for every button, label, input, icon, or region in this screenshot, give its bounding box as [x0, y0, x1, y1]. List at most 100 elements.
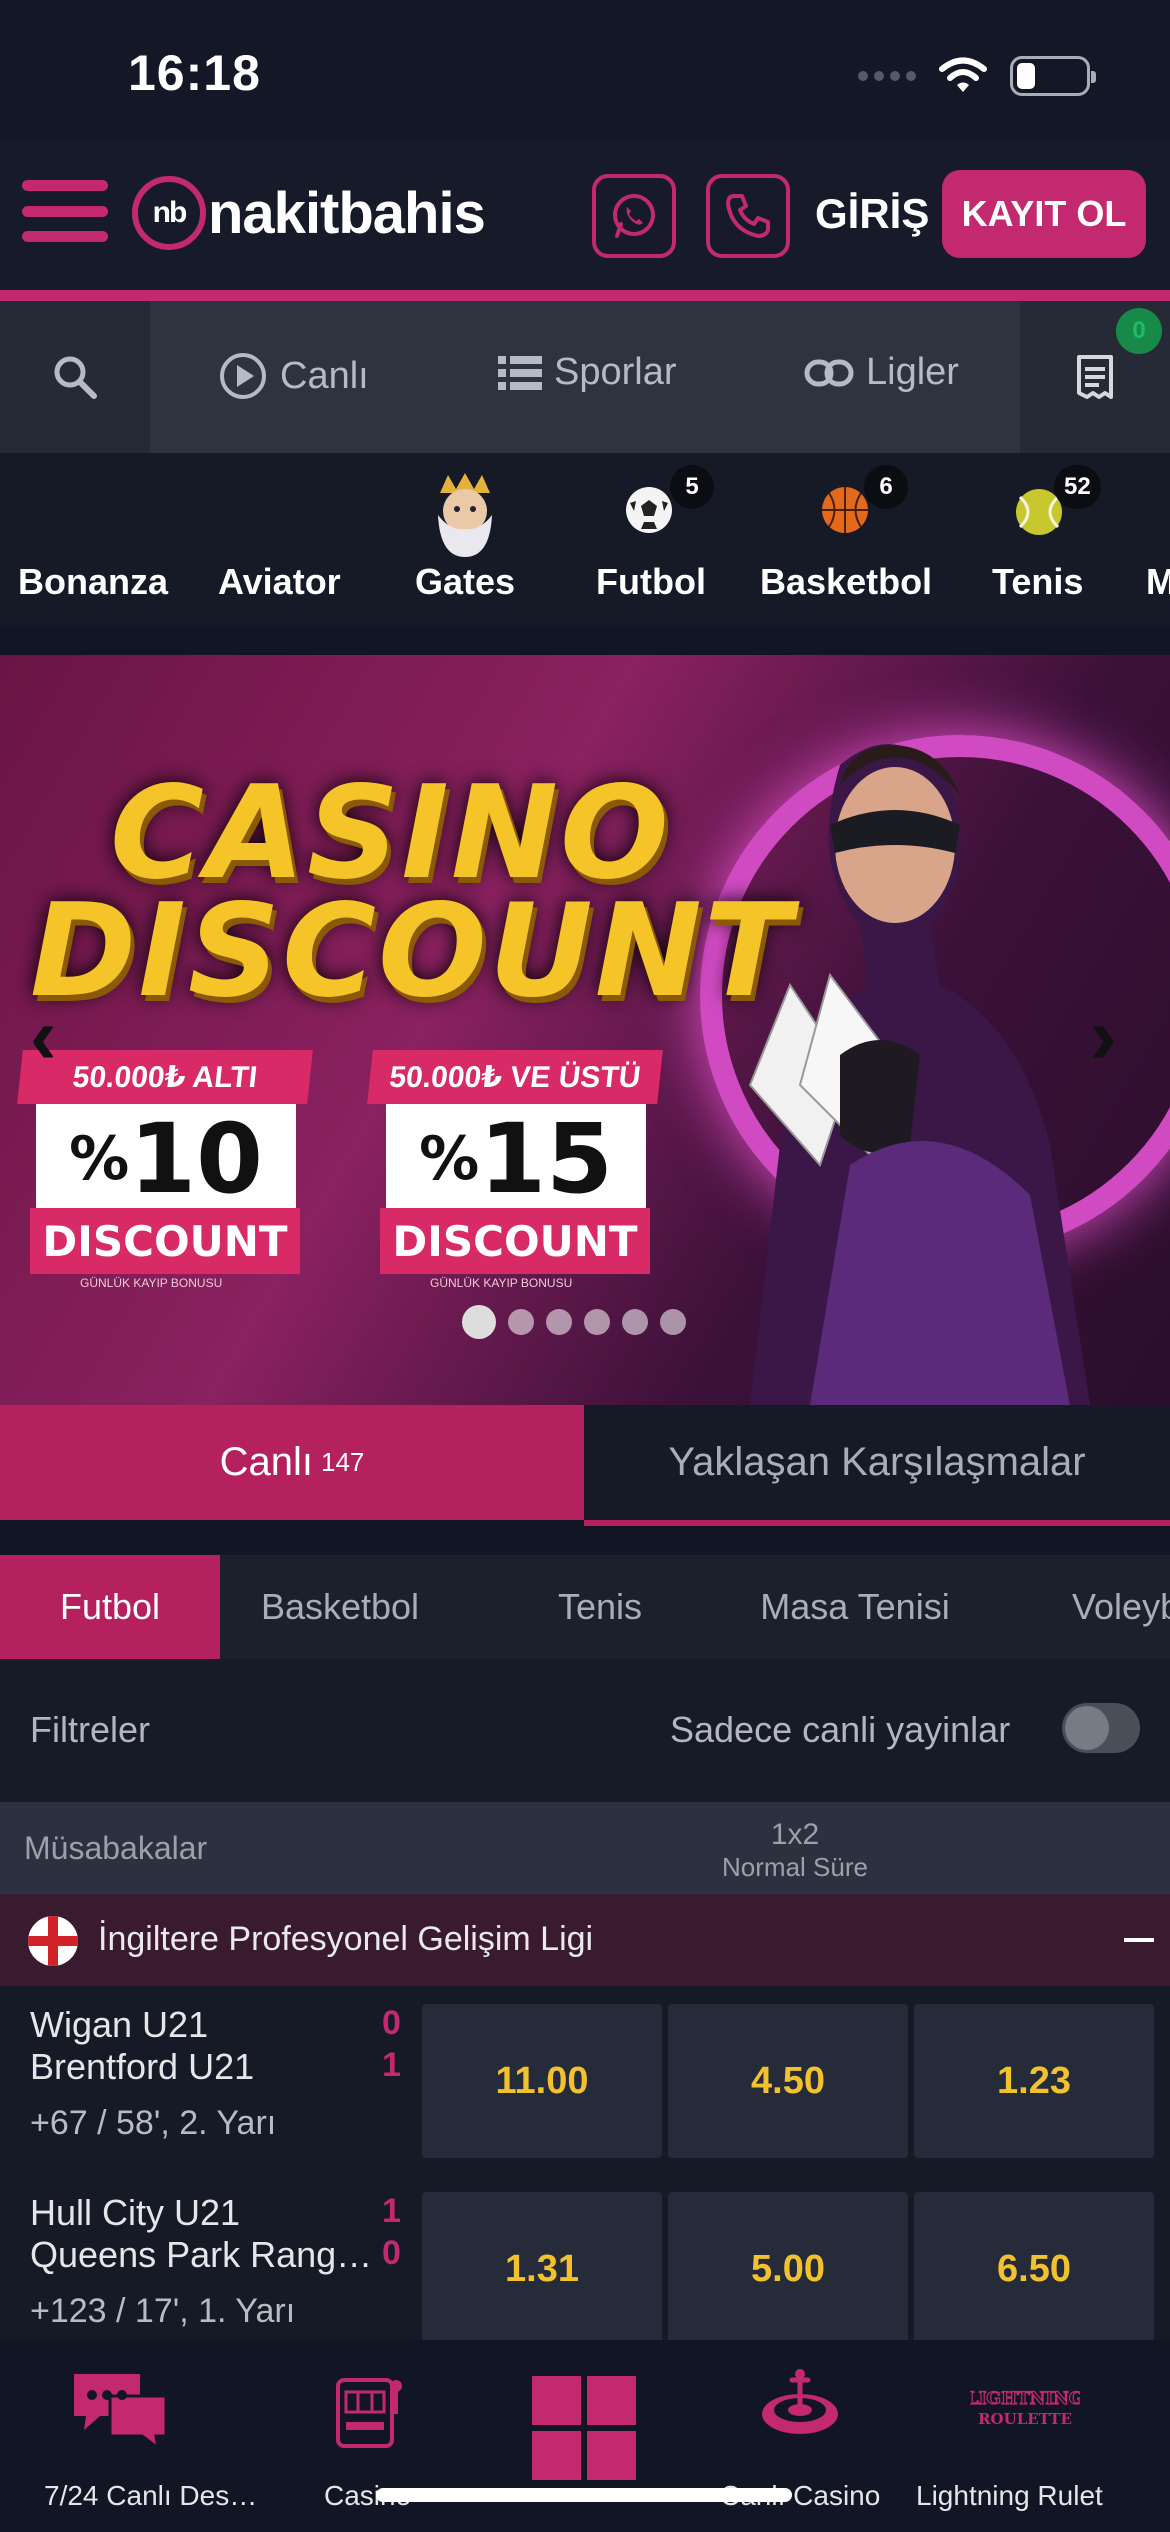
promo-card-bottom: DISCOUNT — [380, 1208, 650, 1274]
logo[interactable]: nb nakitbahis — [132, 176, 486, 250]
banner-title-line1: CASINO — [110, 759, 671, 908]
event-type-tabs: Canlı 147 Yaklaşan Karşılaşmalar — [0, 1405, 1170, 1526]
category-gates[interactable]: Gates — [400, 453, 530, 625]
category-strip: Bonanza Aviator Gates 5 Futbol 6 Basketb… — [0, 453, 1170, 625]
category-tennis[interactable]: 52 Tenis — [978, 453, 1108, 625]
promo-card-percent: % 10 — [36, 1103, 296, 1215]
promo-card-top: 50.000₺ ALTI — [17, 1050, 313, 1104]
whatsapp-icon — [613, 194, 655, 238]
nav-item-label: Canlı — [280, 354, 369, 397]
filter-row: Filtreler Sadece canli yayinlar — [0, 1659, 1170, 1802]
odd-draw[interactable]: 5.00 — [668, 2192, 908, 2346]
zeus-icon — [438, 473, 492, 557]
pagination-dot[interactable] — [660, 1309, 686, 1335]
nav-item-label: Sporlar — [554, 351, 677, 393]
away-score: 0 — [382, 2234, 401, 2272]
column-matches: Müsabakalar — [24, 1830, 208, 1866]
battery-icon — [1010, 56, 1096, 96]
category-basketball[interactable]: 6 Basketbol — [752, 453, 942, 625]
england-flag-icon — [28, 1916, 78, 1966]
nav-item-leagues[interactable]: Ligler — [804, 351, 959, 394]
banner-prev-arrow[interactable]: ‹ — [30, 990, 57, 1082]
banner-next-arrow[interactable]: › — [1090, 990, 1117, 1082]
category-count-badge: 6 — [864, 465, 908, 509]
column-market: 1x2 Normal Süre — [680, 1818, 910, 1883]
category-label: Aviator — [218, 561, 341, 602]
pagination-dot[interactable] — [462, 1305, 496, 1339]
pagination-dot[interactable] — [622, 1309, 648, 1335]
pagination-dot[interactable] — [508, 1309, 534, 1335]
basketball-icon — [822, 487, 868, 533]
pagination-dot[interactable] — [584, 1309, 610, 1335]
category-label: Futbol — [596, 561, 706, 602]
svg-text:ROULETTE: ROULETTE — [978, 2410, 1072, 2428]
tab-upcoming[interactable]: Yaklaşan Karşılaşmalar — [584, 1405, 1170, 1520]
link-icon — [804, 359, 854, 386]
sport-tab-volleyball[interactable]: Voleyb — [1060, 1555, 1170, 1659]
sport-tab-basketball[interactable]: Basketbol — [240, 1555, 440, 1659]
banner-pagination — [462, 1305, 686, 1339]
sport-tab-table-tennis[interactable]: Masa Tenisi — [740, 1555, 970, 1659]
match-row[interactable]: Hull City U21 1 Queens Park Rang… 0 +123… — [0, 2174, 1170, 2346]
promo-card-percent: % 15 — [386, 1103, 646, 1215]
search-button[interactable] — [0, 301, 150, 453]
promo-banner[interactable]: CASINO DISCOUNT 50.000₺ ALTI % 10 DISCOUN… — [0, 655, 1170, 1405]
status-icons — [858, 56, 1096, 96]
home-team: Wigan U21 — [30, 2004, 209, 2045]
collapse-icon[interactable] — [1124, 1938, 1154, 1942]
whatsapp-button[interactable] — [592, 174, 676, 258]
bottom-nav-lightning-roulette[interactable]: LIGHTNING ROULETTE Lightning Rulet — [910, 2340, 1150, 2532]
home-score: 1 — [382, 2192, 401, 2230]
sport-tab-football[interactable]: Futbol — [0, 1555, 220, 1659]
top-nav: Canlı Sporlar Ligler — [0, 301, 1170, 453]
status-time: 16:18 — [128, 45, 261, 101]
league-name: İngiltere Profesyonel Gelişim Ligi — [98, 1920, 594, 1958]
match-row[interactable]: Wigan U21 0 Brentford U21 1 +67 / 58', 2… — [0, 1986, 1170, 2174]
bottom-nav-label: Lightning Rulet — [916, 2480, 1103, 2511]
pagination-dot[interactable] — [546, 1309, 572, 1335]
tab-live[interactable]: Canlı 147 — [0, 1405, 584, 1520]
home-indicator — [376, 2488, 792, 2502]
away-score: 1 — [382, 2046, 401, 2084]
phone-button[interactable] — [706, 174, 790, 258]
odd-home[interactable]: 11.00 — [422, 2004, 662, 2158]
sport-tab-tennis[interactable]: Tenis — [530, 1555, 670, 1659]
away-team: Brentford U21 — [30, 2046, 255, 2087]
chat-icon — [74, 2374, 168, 2450]
category-bonanza[interactable]: Bonanza — [0, 453, 186, 625]
odd-home[interactable]: 1.31 — [422, 2192, 662, 2346]
betslip-icon — [1077, 355, 1113, 399]
odd-away[interactable]: 6.50 — [914, 2192, 1154, 2346]
promo-card-1: 50.000₺ ALTI % 10 DISCOUNT GÜNLÜK KAYIP B… — [17, 1050, 313, 1290]
login-button[interactable]: GİRİŞ — [815, 190, 929, 238]
tab-live-count: 147 — [321, 1447, 365, 1477]
grid-icon[interactable] — [532, 2376, 636, 2480]
category-label: Basketbol — [760, 561, 933, 602]
odd-away[interactable]: 1.23 — [914, 2004, 1154, 2158]
promo-card-bottom: DISCOUNT — [30, 1208, 300, 1274]
nav-item-live[interactable]: Canlı — [218, 351, 369, 401]
category-football[interactable]: 5 Futbol — [586, 453, 726, 625]
bottom-nav-casino[interactable]: Casino — [300, 2340, 440, 2532]
league-header[interactable]: İngiltere Profesyonel Gelişim Ligi — [0, 1894, 1170, 1986]
search-icon — [54, 356, 97, 399]
category-aviator[interactable]: Aviator — [200, 453, 360, 625]
lightning-roulette-icon: LIGHTNING ROULETTE — [970, 2388, 1080, 2428]
odd-draw[interactable]: 4.50 — [668, 2004, 908, 2158]
bottom-nav-live-casino[interactable]: Canlı Casino — [700, 2340, 900, 2532]
category-more[interactable]: M — [1144, 453, 1170, 625]
promo-card-2: 50.000₺ VE ÜSTÜ % 15 DISCOUNT GÜNLÜK KAYI… — [367, 1050, 663, 1290]
live-only-toggle[interactable] — [1062, 1703, 1140, 1753]
tab-underline — [584, 1520, 1170, 1526]
nav-item-label: Ligler — [866, 351, 959, 393]
banner-title: CASINO DISCOUNT — [30, 759, 793, 1016]
register-button[interactable]: KAYIT OL — [942, 170, 1146, 258]
nav-item-sports[interactable]: Sporlar — [498, 351, 677, 394]
phone-icon — [726, 194, 770, 238]
away-team: Queens Park Rang… — [30, 2234, 373, 2275]
menu-icon[interactable] — [22, 180, 108, 242]
toggle-knob — [1065, 1706, 1109, 1750]
roulette-icon — [762, 2369, 838, 2434]
bottom-nav-support[interactable]: 7/24 Canlı Des… — [0, 2340, 257, 2532]
filters-button[interactable]: Filtreler — [30, 1709, 150, 1751]
